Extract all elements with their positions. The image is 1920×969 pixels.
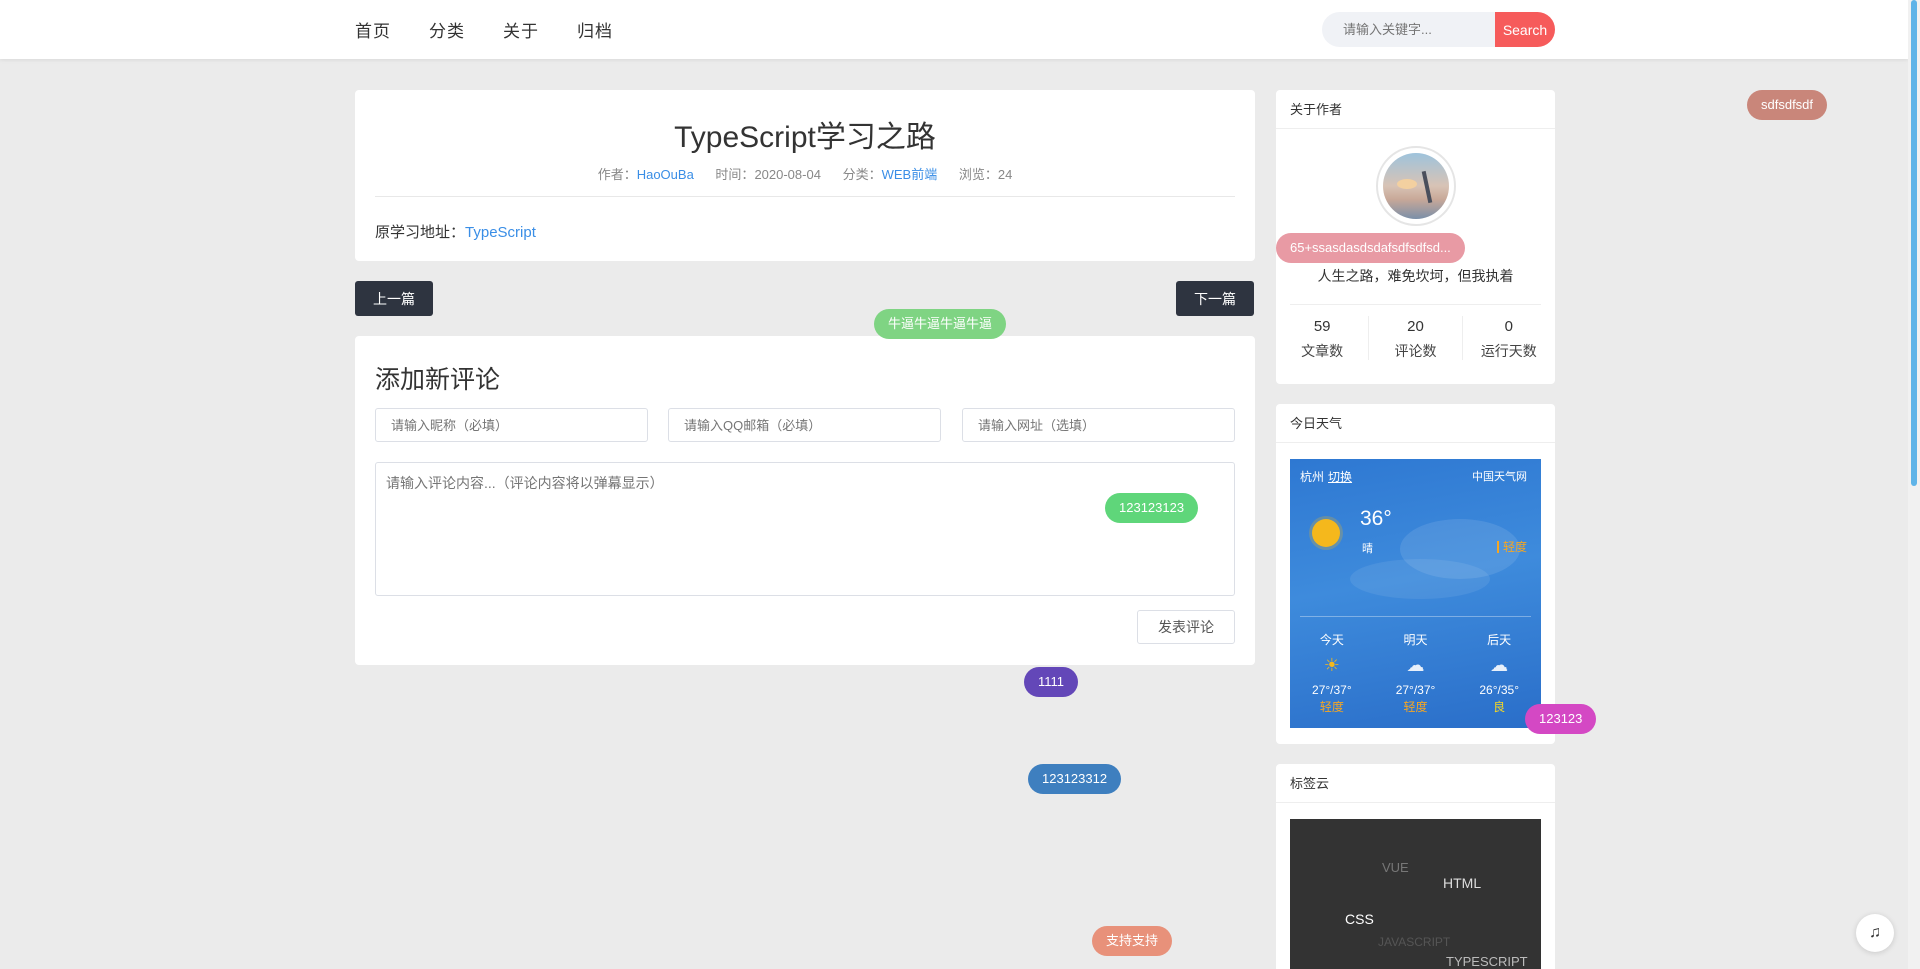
forecast: 今天 ☀ 27°/37° 轻度 明天 ☁ 27°/37° 轻度 后天 ☁ 26°… (1290, 631, 1541, 715)
time-label: 时间： (715, 167, 755, 182)
tag-item[interactable]: JAVASCRIPT (1378, 935, 1450, 949)
forecast-day-name: 明天 (1403, 633, 1428, 647)
weather-card-title: 今日天气 (1276, 404, 1555, 443)
views-label: 浏览： (958, 167, 998, 182)
weather-card: 今日天气 杭州 切换 中国天气网 36° 晴 轻度 今天 ☀ 27°/37° 轻度… (1276, 404, 1555, 744)
forecast-range: 27°/37° (1312, 683, 1352, 697)
tag-item[interactable]: VUE (1382, 860, 1409, 875)
nav-item-category[interactable]: 分类 (429, 17, 465, 42)
headphones-icon[interactable]: ♫ (1856, 914, 1894, 952)
author-motto: 人生之路，难免坎坷，但我执着 (1317, 268, 1514, 284)
danmaku-bubble: 支持支持 (1092, 926, 1173, 956)
avatar-image (1383, 153, 1449, 219)
search-bar: Search (1322, 12, 1555, 47)
article-source: 原学习地址：TypeScript (375, 221, 536, 242)
air-quality: 轻度 (1496, 541, 1527, 553)
article-header-card: TypeScript学习之路 作者：HaoOuBa 时间：2020-08-04 … (355, 90, 1255, 261)
stat-value: 20 (1407, 318, 1424, 335)
source-link[interactable]: TypeScript (465, 224, 536, 241)
stat-comments: 20 评论数 (1369, 316, 1463, 360)
stat-value: 59 (1313, 318, 1331, 335)
author-link[interactable]: HaoOuBa (637, 167, 694, 182)
nav-item-about[interactable]: 关于 (503, 17, 539, 42)
nickname-input[interactable] (375, 408, 648, 442)
tag-item[interactable]: CSS (1345, 911, 1374, 927)
tag-item[interactable]: TYPESCRIPT (1446, 954, 1528, 969)
forecast-quality: 轻度 (1319, 700, 1344, 714)
stat-value: 0 (1504, 318, 1513, 335)
nav-item-archive[interactable]: 归档 (577, 17, 613, 42)
tag-cloud-title: 标签云 (1276, 764, 1555, 803)
forecast-day: 后天 ☁ 26°/35° 良 (1457, 631, 1541, 715)
danmaku-bubble: 65+ssasdasdsdafsdfsdfsd... (1276, 233, 1465, 263)
cloud-rain-icon: ☁ (1490, 655, 1509, 675)
current-condition: 晴 (1362, 543, 1373, 555)
city-name: 杭州 (1300, 470, 1325, 484)
top-navbar: 首页 分类 关于 归档 Search (0, 0, 1908, 59)
stat-label: 评论数 (1394, 343, 1437, 359)
page-scrollbar[interactable] (1908, 0, 1920, 969)
author-card-title: 关于作者 (1276, 90, 1555, 129)
forecast-day-name: 今天 (1319, 633, 1344, 647)
forecast-range: 26°/35° (1479, 683, 1519, 697)
forecast-day-name: 后天 (1487, 633, 1512, 647)
scrollbar-thumb[interactable] (1911, 0, 1917, 486)
danmaku-bubble: 123123 (1525, 704, 1597, 734)
avatar (1376, 146, 1456, 226)
divider (375, 196, 1235, 197)
forecast-day: 明天 ☁ 27°/37° 轻度 (1374, 631, 1458, 715)
category-link[interactable]: WEB前端 (882, 167, 938, 182)
sun-icon (1312, 519, 1340, 547)
danmaku-bubble: 123123123 (1105, 493, 1199, 523)
cloud-rain-icon: ☁ (1406, 655, 1425, 675)
submit-comment-button[interactable]: 发表评论 (1137, 610, 1235, 644)
stat-articles: 59 文章数 (1276, 316, 1370, 360)
danmaku-bubble: sdfsdfsdf (1747, 90, 1828, 120)
tag-item[interactable]: HTML (1443, 875, 1481, 891)
article-title: TypeScript学习之路 (674, 121, 936, 154)
search-button[interactable]: Search (1495, 12, 1555, 47)
prev-post-button[interactable]: 上一篇 (355, 281, 433, 316)
danmaku-bubble: 1111 (1024, 667, 1079, 697)
nav-item-home[interactable]: 首页 (355, 17, 391, 42)
tag-cloud: VUE HTML CSS JAVASCRIPT TYPESCRIPT (1290, 819, 1541, 969)
category-label: 分类： (842, 167, 882, 182)
author-label: 作者： (597, 167, 637, 182)
email-input[interactable] (668, 408, 941, 442)
stat-days: 0 运行天数 (1463, 316, 1555, 360)
comment-textarea[interactable] (375, 462, 1235, 596)
sun-icon: ☀ (1323, 655, 1340, 675)
weather-source[interactable]: 中国天气网 (1472, 468, 1527, 484)
city-switch-link[interactable]: 切换 (1328, 470, 1352, 484)
forecast-quality: 轻度 (1403, 700, 1428, 714)
divider (1290, 304, 1541, 305)
url-input[interactable] (962, 408, 1235, 442)
tag-cloud-card: 标签云 VUE HTML CSS JAVASCRIPT TYPESCRIPT (1276, 764, 1555, 969)
article-meta: 作者：HaoOuBa 时间：2020-08-04 分类：WEB前端 浏览：24 (355, 164, 1255, 183)
danmaku-bubble: 123123312 (1028, 764, 1122, 794)
forecast-range: 27°/37° (1395, 683, 1436, 697)
weather-widget[interactable]: 杭州 切换 中国天气网 36° 晴 轻度 今天 ☀ 27°/37° 轻度 明天 ☁… (1290, 459, 1541, 728)
forecast-day: 今天 ☀ 27°/37° 轻度 (1290, 631, 1374, 715)
stat-label: 文章数 (1301, 343, 1344, 359)
comment-form-title: 添加新评论 (375, 366, 501, 394)
divider (1300, 616, 1531, 617)
danmaku-bubble: 牛逼牛逼牛逼牛逼 (874, 309, 1007, 339)
weather-city: 杭州 切换 (1300, 468, 1352, 485)
stat-label: 运行天数 (1480, 343, 1537, 359)
author-stats: 59 文章数 20 评论数 0 运行天数 (1276, 316, 1555, 360)
article-date: 2020-08-04 (754, 167, 821, 182)
source-label: 原学习地址： (375, 224, 466, 241)
main-nav: 首页 分类 关于 归档 (355, 0, 651, 59)
views-count: 24 (997, 167, 1013, 182)
current-temperature: 36° (1360, 507, 1392, 530)
search-input[interactable] (1322, 12, 1495, 47)
next-post-button[interactable]: 下一篇 (1176, 281, 1254, 316)
